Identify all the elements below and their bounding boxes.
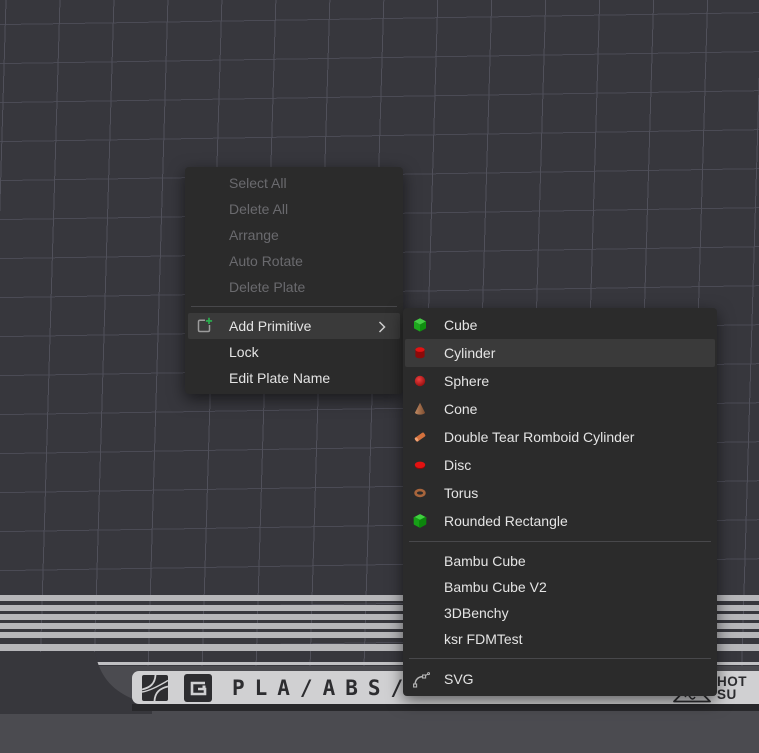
cylinder-icon — [412, 345, 428, 361]
disc-icon — [412, 457, 428, 473]
bambu-box-logo-icon — [184, 674, 212, 702]
menu-item-delete-all[interactable]: Delete All — [185, 196, 403, 222]
submenu-item-label: SVG — [444, 671, 474, 687]
warning-line-2: SU — [717, 688, 747, 701]
add-primitive-submenu: Cube Cylinder Sphere — [403, 308, 717, 696]
submenu-item-label: Bambu Cube V2 — [444, 579, 547, 595]
submenu-item-disc[interactable]: Disc — [403, 451, 717, 479]
submenu-item-label: Bambu Cube — [444, 553, 526, 569]
submenu-item-label: Double Tear Romboid Cylinder — [444, 429, 634, 445]
menu-item-label: Edit Plate Name — [229, 370, 330, 386]
menu-item-add-primitive[interactable]: Add Primitive — [188, 313, 400, 339]
menu-item-delete-plate[interactable]: Delete Plate — [185, 274, 403, 300]
submenu-item-label: Sphere — [444, 373, 489, 389]
submenu-item-label: Cube — [444, 317, 477, 333]
hot-surface-warning-text: HOT SU — [717, 675, 747, 701]
menu-item-edit-plate-name[interactable]: Edit Plate Name — [185, 365, 403, 391]
submenu-item-label: Rounded Rectangle — [444, 513, 568, 529]
cone-icon — [412, 401, 428, 417]
submenu-item-torus[interactable]: Torus — [403, 479, 717, 507]
submenu-item-cone[interactable]: Cone — [403, 395, 717, 423]
sphere-icon — [412, 373, 428, 389]
submenu-item-bambu-cube[interactable]: Bambu Cube — [403, 548, 717, 574]
plate-strip-shadow — [132, 704, 759, 711]
context-menu: Select All Delete All Arrange Auto Rotat… — [185, 167, 403, 394]
submenu-item-sphere[interactable]: Sphere — [403, 367, 717, 395]
submenu-item-label: Cylinder — [444, 345, 495, 361]
menu-item-label: Arrange — [229, 227, 279, 243]
submenu-item-cylinder[interactable]: Cylinder — [405, 339, 715, 367]
add-primitive-icon — [194, 316, 214, 336]
rounded-rectangle-icon — [412, 513, 428, 529]
bambu-pinwheel-logo-icon — [142, 675, 168, 701]
menu-item-select-all[interactable]: Select All — [185, 170, 403, 196]
viewport-3d[interactable]: PLA/ABS/PETG HOT SU Select All Delete Al… — [0, 0, 759, 753]
submenu-item-label: Disc — [444, 457, 471, 473]
menu-item-label: Delete All — [229, 201, 288, 217]
menu-item-label: Auto Rotate — [229, 253, 303, 269]
submenu-item-rounded-rectangle[interactable]: Rounded Rectangle — [403, 507, 717, 535]
submenu-item-cube[interactable]: Cube — [403, 311, 717, 339]
svg-icon — [412, 671, 428, 687]
menu-item-lock[interactable]: Lock — [185, 339, 403, 365]
menu-separator — [191, 306, 397, 307]
menu-item-label: Select All — [229, 175, 287, 191]
cube-icon — [412, 317, 428, 333]
menu-item-label: Add Primitive — [229, 318, 311, 334]
romboid-cylinder-icon — [412, 429, 428, 445]
menu-item-arrange[interactable]: Arrange — [185, 222, 403, 248]
submenu-item-3dbenchy[interactable]: 3DBenchy — [403, 600, 717, 626]
plate-corner-notch — [0, 652, 152, 714]
menu-item-label: Delete Plate — [229, 279, 305, 295]
submenu-chevron-icon — [378, 320, 386, 336]
torus-icon — [412, 485, 428, 501]
submenu-item-double-tear-romboid-cylinder[interactable]: Double Tear Romboid Cylinder — [403, 423, 717, 451]
menu-item-auto-rotate[interactable]: Auto Rotate — [185, 248, 403, 274]
menu-item-label: Lock — [229, 344, 259, 360]
submenu-separator — [409, 658, 711, 659]
submenu-item-label: 3DBenchy — [444, 605, 509, 621]
submenu-item-ksr-fdmtest[interactable]: ksr FDMTest — [403, 626, 717, 652]
submenu-item-label: ksr FDMTest — [444, 631, 523, 647]
submenu-separator — [409, 541, 711, 542]
submenu-item-bambu-cube-v2[interactable]: Bambu Cube V2 — [403, 574, 717, 600]
submenu-item-svg[interactable]: SVG — [403, 665, 717, 693]
submenu-item-label: Cone — [444, 401, 477, 417]
submenu-item-label: Torus — [444, 485, 478, 501]
